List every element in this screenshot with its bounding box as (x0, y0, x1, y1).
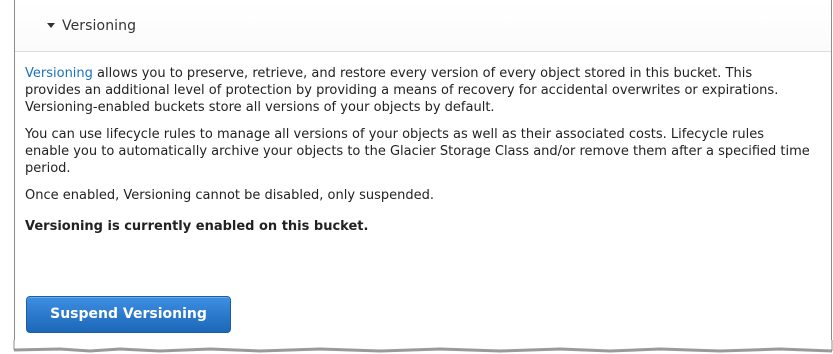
versioning-status: Versioning is currently enabled on this … (25, 219, 369, 234)
description-paragraph-3: Once enabled, Versioning cannot be disab… (25, 188, 435, 203)
suspend-versioning-button[interactable]: Suspend Versioning (26, 296, 231, 333)
section-title: Versioning (62, 17, 137, 34)
versioning-section-header[interactable]: Versioning (15, 0, 831, 52)
caret-down-icon[interactable] (47, 23, 55, 28)
torn-edge (0, 340, 833, 354)
description-paragraph-1-text: allows you to preserve, retrieve, and re… (25, 66, 779, 115)
description-paragraph-2: You can use lifecycle rules to manage al… (25, 127, 810, 176)
versioning-help-link[interactable]: Versioning (25, 66, 93, 81)
versioning-description: Versioning allows you to preserve, retri… (25, 65, 811, 249)
description-paragraph-1: Versioning allows you to preserve, retri… (25, 65, 811, 116)
